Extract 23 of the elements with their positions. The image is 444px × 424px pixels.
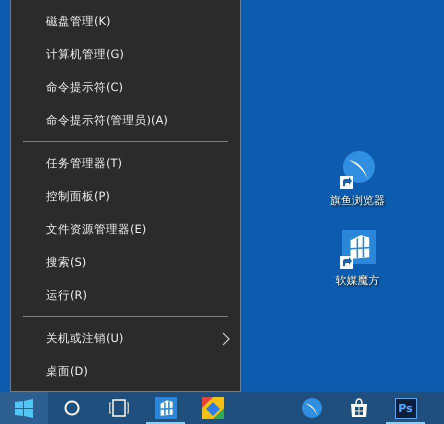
desktop-icon-label[interactable]: 软媒魔方 — [336, 273, 380, 288]
menu-item[interactable]: 桌面(D) — [11, 355, 240, 388]
menu-item[interactable]: 文件资源管理器(E) — [11, 213, 240, 246]
menu-item[interactable]: 命令提示符(C) — [11, 71, 240, 104]
menu-item[interactable]: 命令提示符(管理员)(A) — [11, 104, 240, 137]
task-view-icon[interactable] — [108, 399, 128, 417]
menu-item[interactable]: 搜索(S) — [11, 246, 240, 279]
fish-logo-icon[interactable] — [340, 150, 376, 190]
menu-item[interactable]: 运行(R) — [11, 279, 240, 312]
menu-item[interactable]: 计算机管理(G) — [11, 38, 240, 71]
circle-icon[interactable] — [64, 400, 80, 416]
menu-item[interactable]: 磁盘管理(K) — [11, 5, 240, 38]
menu-item[interactable]: 控制面板(P) — [11, 180, 240, 213]
ps-app-icon[interactable]: Ps — [394, 398, 416, 418]
cube-logo-icon[interactable] — [154, 397, 176, 419]
windows-logo-icon[interactable] — [15, 398, 33, 418]
menu-item[interactable]: 关机或注销(U) — [11, 322, 240, 355]
menu-item[interactable]: 任务管理器(T) — [11, 147, 240, 180]
desktop-icon-label[interactable]: 旗鱼浏览器 — [330, 193, 385, 208]
fish-logo-icon[interactable] — [300, 397, 322, 419]
colorful-app-icon[interactable] — [202, 397, 224, 419]
cube-logo-icon[interactable] — [340, 230, 376, 270]
taskbar-button[interactable]: Ps — [382, 392, 429, 424]
